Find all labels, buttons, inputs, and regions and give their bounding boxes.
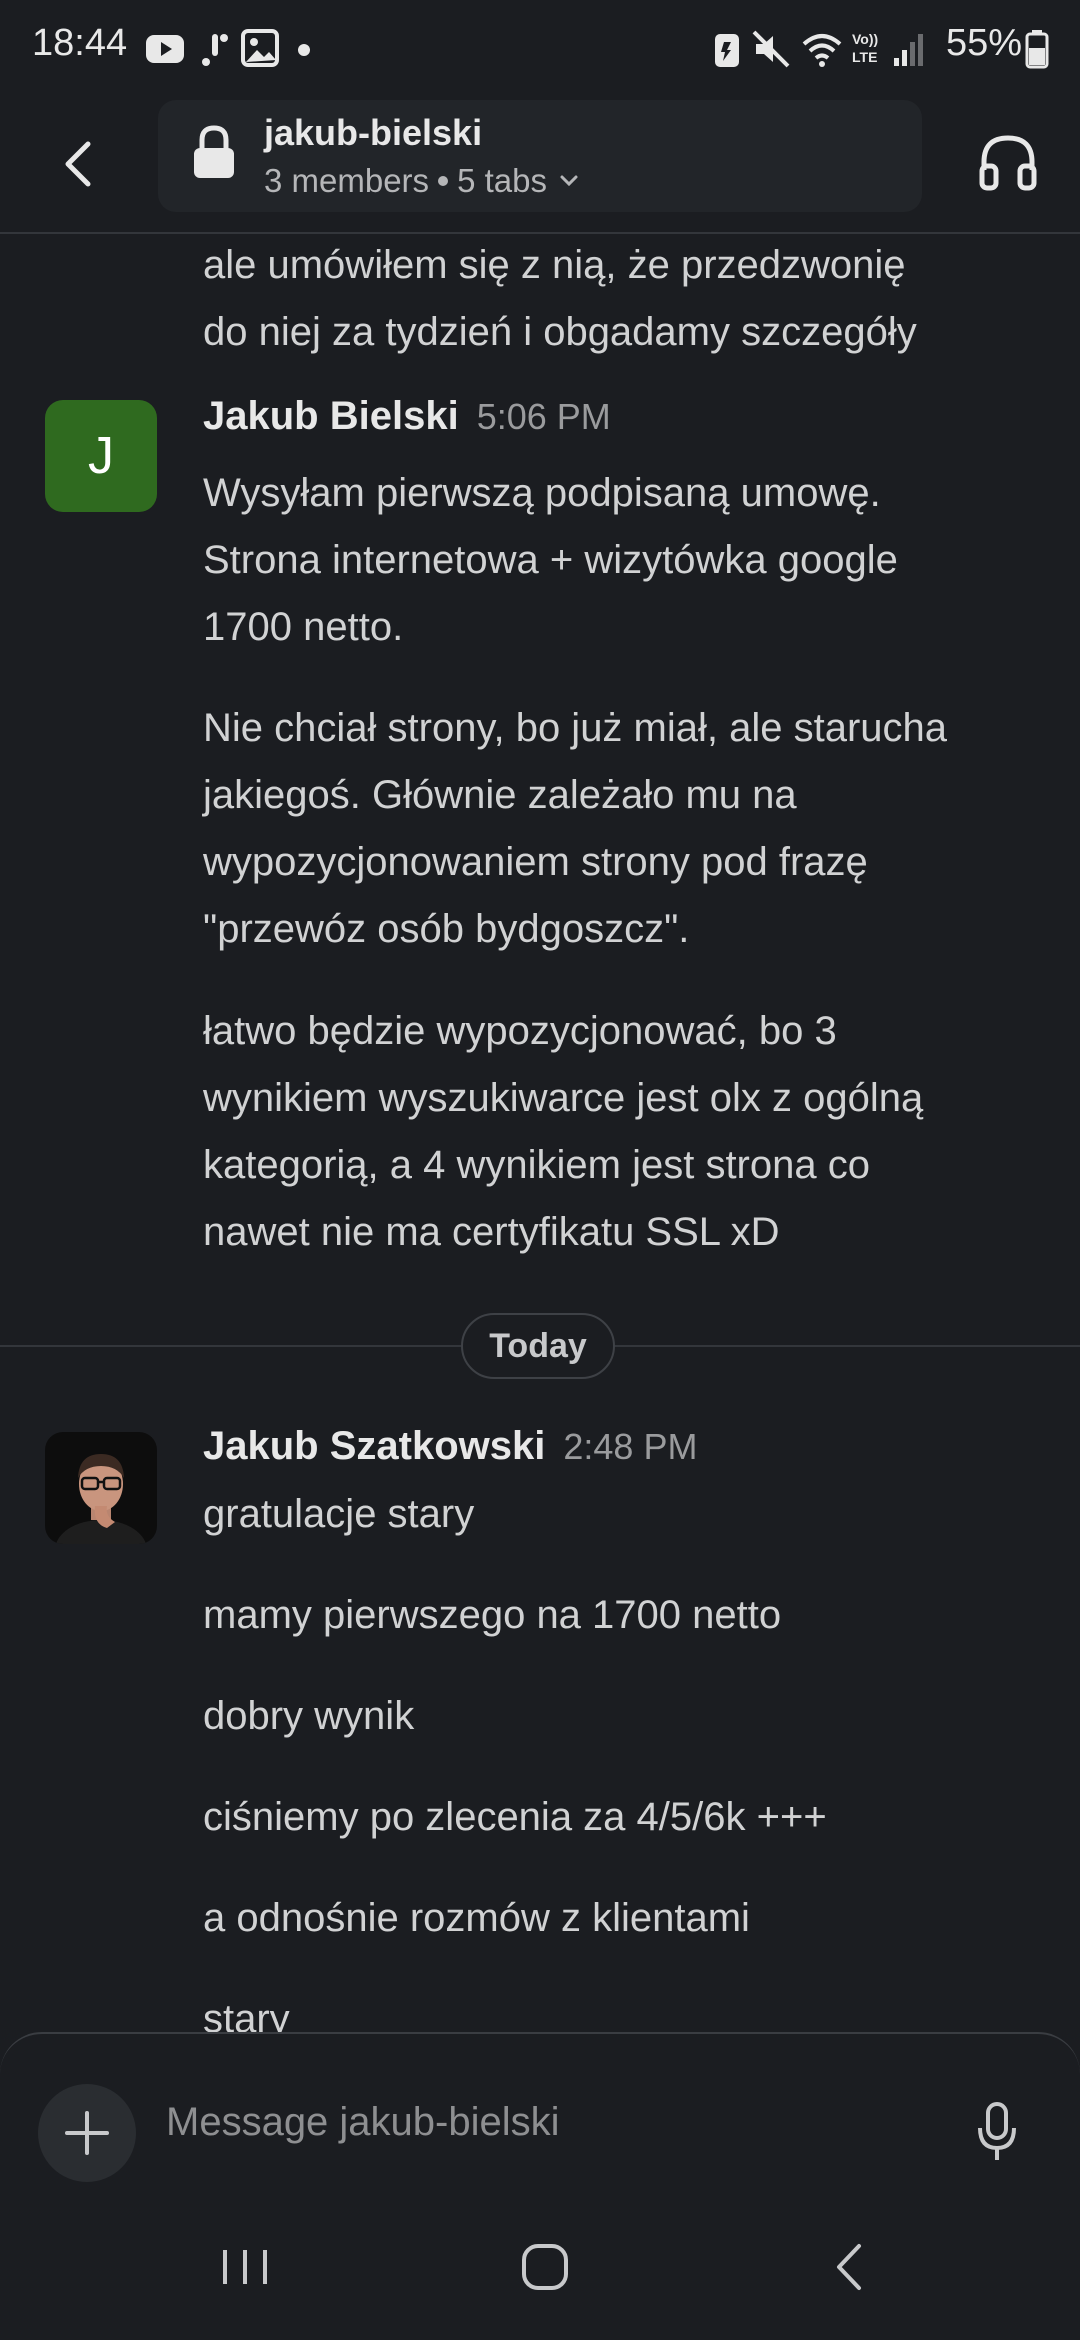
avatar[interactable]: J — [45, 400, 157, 512]
back-nav-icon[interactable] — [815, 2232, 885, 2302]
more-notifications-dot-icon — [298, 44, 310, 56]
add-attachment-button[interactable] — [38, 2084, 136, 2182]
message-line: kategorią, a 4 wynikiem jest strona co — [203, 1143, 870, 1187]
channel-name: jakub-bielski — [264, 112, 483, 153]
message-input[interactable]: Message jakub-bielski — [166, 2100, 560, 2145]
battery-percent: 55% — [945, 22, 1022, 64]
svg-text:LTE: LTE — [852, 49, 877, 65]
recent-apps-icon[interactable] — [210, 2232, 280, 2302]
svg-text:Vo)): Vo)) — [852, 31, 878, 47]
avatar[interactable] — [45, 1432, 157, 1544]
tabs-count: 5 tabs — [457, 162, 547, 199]
profile-photo — [45, 1432, 157, 1544]
status-bar: 18:44 Vo)) LTE 55% — [0, 0, 1080, 100]
message-line: stary — [203, 1997, 290, 2032]
battery-icon — [1025, 30, 1049, 69]
huddle-button[interactable] — [970, 124, 1050, 204]
channel-info-button[interactable]: jakub-bielski 3 members 5 tabs — [158, 100, 922, 212]
home-icon[interactable] — [510, 2232, 580, 2302]
message-line: Wysyłam pierwszą podpisaną umowę. — [203, 471, 881, 515]
author-name: Jakub Szatkowski — [203, 1424, 546, 1468]
status-time: 18:44 — [32, 22, 128, 64]
chevron-left-icon — [65, 141, 91, 187]
headphones-icon — [979, 135, 1037, 191]
message-author[interactable]: Jakub Szatkowski 2:48 PM — [203, 1424, 697, 1469]
app-notification-icon — [202, 34, 228, 66]
message-list[interactable]: ale umówiłem się z nią, że przedzwonię d… — [0, 232, 1080, 2032]
message-timestamp: 5:06 PM — [476, 396, 611, 437]
message-line: wynikiem wyszukiwarce jest olx z ogólną — [203, 1076, 924, 1120]
volte-icon: Vo)) LTE — [852, 31, 878, 65]
channel-header: jakub-bielski 3 members 5 tabs — [0, 100, 1080, 234]
voice-message-button[interactable] — [972, 2100, 1022, 2164]
message-line: a odnośnie rozmów z klientami — [203, 1896, 750, 1940]
message-timestamp: 2:48 PM — [563, 1426, 698, 1467]
message-line: wypozycjonowaniem strony pod frazę — [203, 840, 868, 884]
message-line: "przewóz osób bydgoszcz". — [203, 907, 690, 951]
battery-saver-icon — [715, 34, 739, 67]
message-line: ale umówiłem się z nią, że przedzwonię — [203, 243, 906, 287]
mute-icon — [752, 30, 790, 68]
message-author[interactable]: Jakub Bielski 5:06 PM — [203, 394, 611, 439]
message-line: Nie chciał strony, bo już miał, ale star… — [203, 706, 948, 750]
youtube-icon — [146, 35, 184, 63]
author-name: Jakub Bielski — [203, 394, 459, 438]
message-line: nawet nie ma certyfikatu SSL xD — [203, 1210, 780, 1254]
gallery-icon — [241, 29, 279, 67]
back-button[interactable] — [40, 124, 120, 204]
message-line: jakiegoś. Głównie zależało mu na — [203, 773, 797, 817]
message-line: łatwo będzie wypozycjonować, bo 3 — [203, 1009, 837, 1053]
date-divider-today[interactable]: Today — [461, 1313, 615, 1379]
members-count: 3 members — [264, 162, 430, 199]
message-line: dobry wynik — [203, 1694, 415, 1738]
channel-meta: 3 members 5 tabs — [264, 162, 583, 200]
message-line: gratulacje stary — [203, 1492, 475, 1536]
signal-icon — [894, 34, 923, 66]
plus-icon — [65, 2111, 109, 2155]
wifi-icon — [802, 34, 842, 67]
avatar-letter: J — [88, 427, 114, 485]
message-line: Strona internetowa + wizytówka google — [203, 538, 898, 582]
lock-icon — [194, 125, 234, 178]
chevron-down-icon — [560, 175, 578, 187]
message-line: mamy pierwszego na 1700 netto — [203, 1593, 782, 1637]
system-navigation-bar — [0, 2192, 1080, 2340]
message-composer: Message jakub-bielski — [0, 2032, 1080, 2194]
separator-dot-icon — [438, 176, 449, 186]
microphone-icon — [978, 2102, 1016, 2160]
message-line: 1700 netto. — [203, 605, 404, 649]
message-line: do niej za tydzień i obgadamy szczegóły — [203, 310, 917, 354]
message-line: ciśniemy po zlecenia za 4/5/6k +++ — [203, 1795, 827, 1839]
